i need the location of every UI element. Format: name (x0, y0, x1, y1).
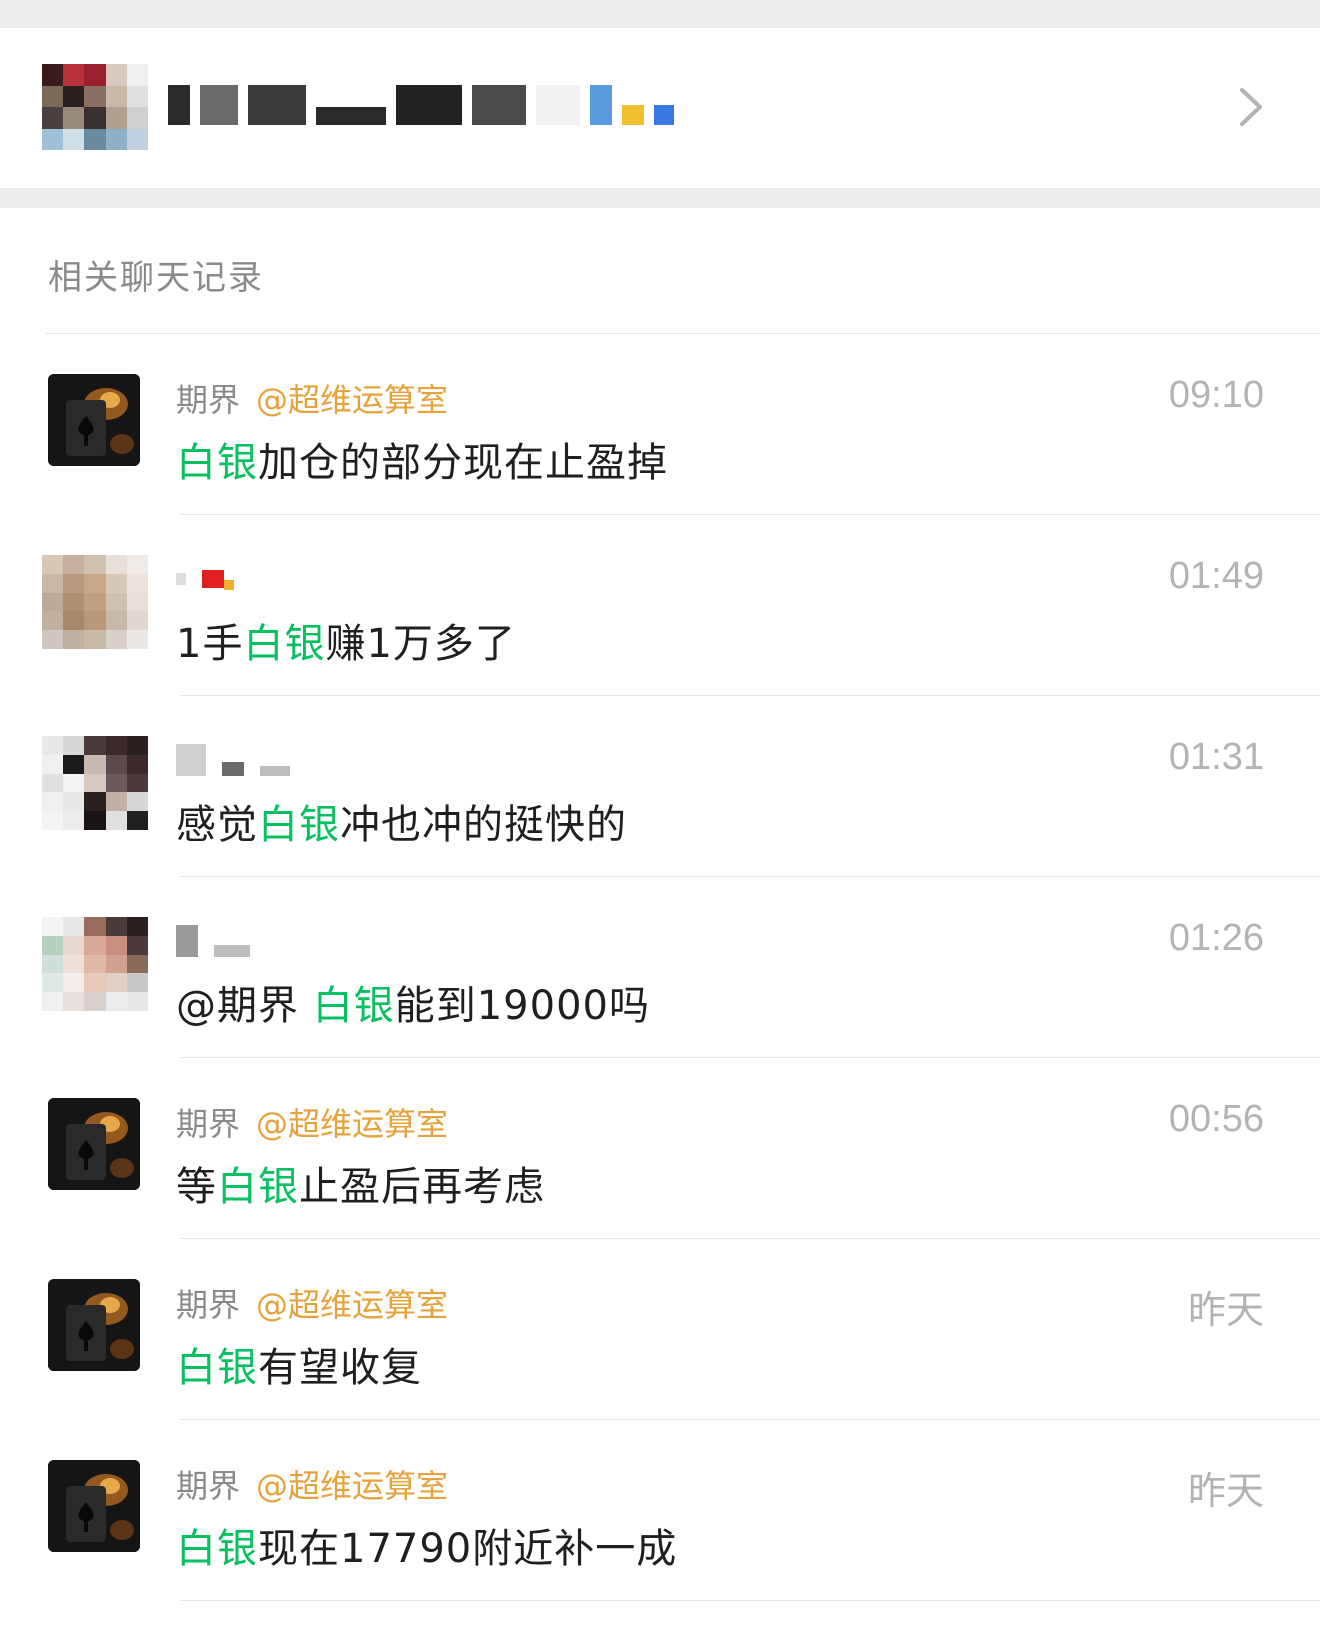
keyword-highlight: 白银 (176, 440, 258, 486)
sender-mention: @超维运算室 (256, 1105, 449, 1143)
keyword-highlight: 白银 (243, 621, 326, 667)
mosaic-avatar (42, 917, 148, 1011)
mosaic-avatar (42, 555, 148, 649)
sender-name: 期界 (176, 1467, 241, 1505)
sender-mention: @超维运算室 (256, 1467, 449, 1505)
sender-name: 期界 (176, 1286, 241, 1324)
sender-line: 期界 @超维运算室 (176, 1100, 448, 1144)
sender-line: 期界 @超维运算室 (176, 1281, 448, 1325)
group-name-blurred (168, 82, 674, 128)
top-spacer (0, 0, 1320, 28)
chat-result-item[interactable]: 期界 @超维运算室 00:56 等白银止盈后再考虑 (0, 1058, 1320, 1239)
message-text: 等白银止盈后再考虑 (176, 1164, 545, 1210)
message-time: 01:31 (1168, 736, 1264, 778)
keyword-highlight: 白银 (217, 1164, 299, 1210)
sender-line: 期界 @超维运算室 (176, 1462, 448, 1506)
message-time: 昨天 (1187, 1290, 1264, 1332)
chat-result-item[interactable]: 期界 @超维运算室 09:10 白银加仓的部分现在止盈掉 (0, 334, 1320, 515)
section-spacer (0, 188, 1320, 208)
message-text: 白银加仓的部分现在止盈掉 (176, 440, 668, 486)
message-time: 01:26 (1168, 917, 1264, 959)
row-divider (180, 1600, 1320, 1601)
message-time: 00:56 (1168, 1098, 1264, 1140)
message-text: @期界 白银能到19000吗 (176, 983, 650, 1029)
chevron-right-icon (1240, 88, 1262, 126)
message-text: 白银现在17790附近补一成 (176, 1526, 678, 1572)
chat-result-item[interactable]: 01:26 @期界 白银能到19000吗 (0, 877, 1320, 1058)
sender-name: 期界 (176, 381, 241, 419)
message-text: 白银有望收复 (176, 1345, 422, 1391)
chat-result-item[interactable]: 01:49 1手白银赚1万多了 (0, 515, 1320, 696)
chat-result-item[interactable]: 期界 @超维运算室 昨天 白银有望收复 (0, 1239, 1320, 1420)
sender-mention: @超维运算室 (256, 381, 449, 419)
sender-line-blurred (176, 557, 234, 601)
message-time: 昨天 (1187, 1471, 1264, 1513)
message-time: 09:10 (1168, 374, 1264, 416)
dark-card-avatar (48, 374, 140, 466)
section-title: 相关聊天记录 (48, 258, 264, 298)
sender-line-blurred (176, 919, 250, 963)
dark-card-avatar (48, 1098, 140, 1190)
chat-result-item[interactable]: 01:31 感觉白银冲也冲的挺快的 (0, 696, 1320, 877)
message-text: 1手白银赚1万多了 (176, 621, 516, 667)
keyword-highlight: 白银 (258, 802, 340, 848)
group-chat-row[interactable] (0, 28, 1320, 188)
sender-name: 期界 (176, 1105, 241, 1143)
mosaic-avatar (42, 736, 148, 830)
message-time: 01:49 (1168, 555, 1264, 597)
message-text: 感觉白银冲也冲的挺快的 (176, 802, 627, 848)
keyword-highlight: 白银 (176, 1526, 258, 1572)
dark-card-avatar (48, 1460, 140, 1552)
dark-card-avatar (48, 1279, 140, 1371)
sender-line-blurred (176, 738, 290, 782)
keyword-highlight: 白银 (176, 1345, 258, 1391)
sender-mention: @超维运算室 (256, 1286, 449, 1324)
sender-line: 期界 @超维运算室 (176, 376, 448, 420)
group-avatar (42, 64, 148, 150)
chat-result-item[interactable]: 期界 @超维运算室 昨天 白银现在17790附近补一成 (0, 1420, 1320, 1601)
keyword-highlight: 白银 (312, 983, 395, 1029)
